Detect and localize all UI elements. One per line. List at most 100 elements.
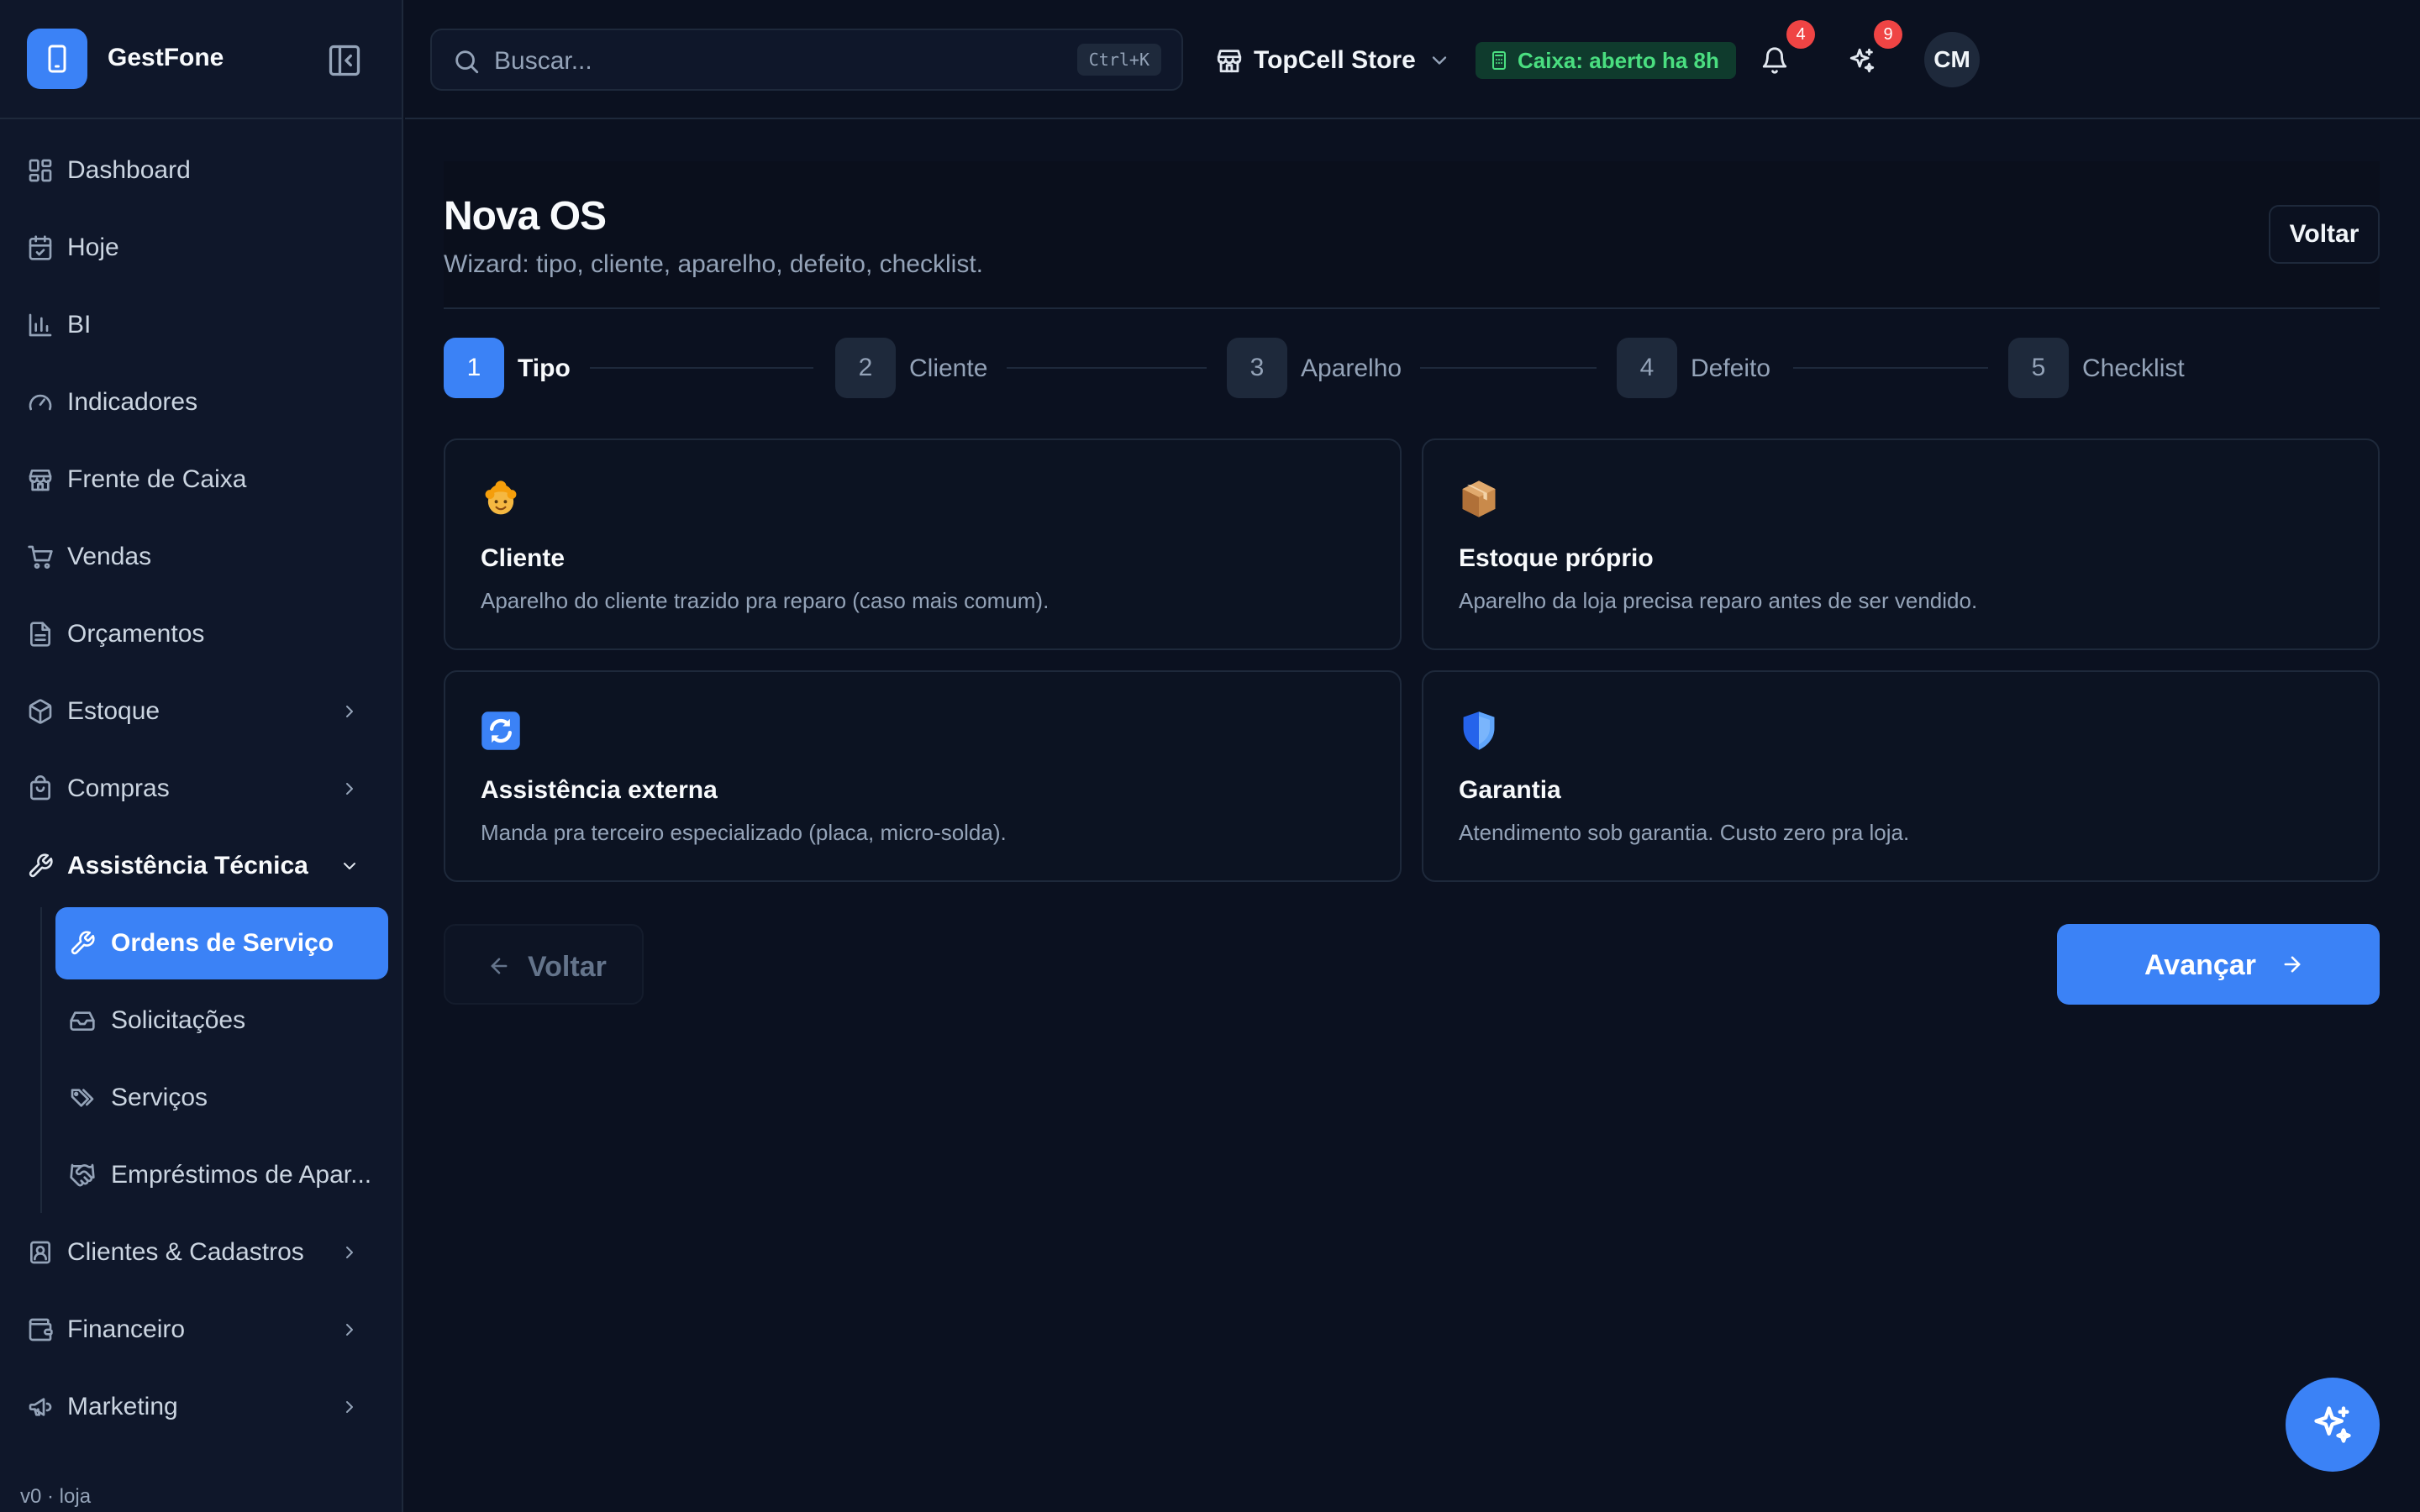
store-icon (1217, 50, 1242, 73)
store-name: TopCell Store (1254, 46, 1416, 74)
page-header: Nova OS Wizard: tipo, cliente, aparelho,… (444, 161, 2380, 309)
sidebar-item-indicadores[interactable]: Indicadores (13, 367, 390, 438)
search-placeholder: Buscar... (494, 47, 592, 75)
sidebar-item-label: Hoje (67, 234, 119, 261)
search-shortcut: Ctrl+K (1076, 44, 1161, 76)
sidebar-item-label: Assistência Técnica (67, 852, 308, 879)
option-description: Manda pra terceiro especializado (placa,… (481, 820, 1007, 845)
step-number: 2 (835, 338, 896, 398)
option-card-garantia[interactable]: Garantia Atendimento sob garantia. Custo… (1422, 670, 2380, 882)
wallet-icon (29, 1318, 53, 1341)
sidebar: GestFone Dashboard Hoje BI Indicadores F… (0, 0, 403, 1512)
next-button-label: Avançar (2144, 949, 2256, 981)
ai-assistant-button[interactable]: 9 (1840, 20, 1902, 82)
calculator-icon (1492, 51, 1506, 70)
notifications-button[interactable]: 4 (1753, 20, 1815, 82)
inbox-icon (70, 1011, 95, 1031)
step-label: Defeito (1691, 354, 1771, 382)
chevron-right-icon (346, 1324, 353, 1336)
sidebar-subitem-emprestimos[interactable]: Empréstimos de Apar... (55, 1139, 388, 1211)
brand-header: GestFone (0, 0, 403, 119)
sidebar-item-label: Estoque (67, 697, 160, 725)
cart-icon (28, 545, 53, 569)
topbar: Buscar... Ctrl+K TopCell Store Caixa: ab… (405, 0, 2420, 119)
sidebar-item-assistencia-tecnica[interactable]: Assistência Técnica (13, 831, 390, 901)
search-input[interactable]: Buscar... Ctrl+K (430, 29, 1183, 91)
option-title: Assistência externa (481, 776, 718, 804)
caixa-status-badge[interactable]: Caixa: aberto ha 8h (1476, 42, 1736, 79)
option-card-cliente[interactable]: Cliente Aparelho do cliente trazido pra … (444, 438, 1402, 650)
sidebar-subitem-label: Empréstimos de Apar... (111, 1162, 372, 1189)
sidebar-item-hoje[interactable]: Hoje (13, 213, 390, 283)
step-number: 3 (1227, 338, 1287, 398)
sidebar-item-compras[interactable]: Compras (13, 753, 390, 824)
step-label: Tipo (518, 354, 571, 382)
notifications-count-badge: 4 (1786, 20, 1815, 49)
sidebar-item-bi[interactable]: BI (13, 290, 390, 360)
store-selector[interactable]: TopCell Store (1215, 42, 1451, 79)
megaphone-icon (29, 1398, 52, 1416)
sidebar-item-estoque[interactable]: Estoque (13, 676, 390, 747)
back-button-header[interactable]: Voltar (2269, 205, 2380, 264)
step-label: Cliente (909, 354, 988, 382)
option-title: Garantia (1459, 776, 1561, 804)
chevron-right-icon (346, 1401, 353, 1413)
sidebar-item-financeiro[interactable]: Financeiro (13, 1294, 390, 1365)
gauge-icon (29, 394, 52, 411)
option-description: Aparelho do cliente trazido pra reparo (… (481, 588, 1050, 613)
option-title: Estoque próprio (1459, 544, 1654, 572)
sidebar-item-label: Marketing (67, 1393, 178, 1420)
option-title: Cliente (481, 544, 566, 572)
wrench-icon (71, 931, 95, 955)
chevron-down-icon (1432, 56, 1446, 65)
chevron-right-icon (346, 1247, 353, 1258)
sidebar-item-dashboard[interactable]: Dashboard (13, 135, 390, 206)
chevron-right-icon (346, 783, 353, 795)
step-label: Checklist (2082, 354, 2185, 382)
chevron-down-icon (344, 863, 355, 869)
sidebar-subitem-solicitacoes[interactable]: Solicitações (55, 984, 388, 1057)
back-button[interactable]: Voltar (444, 924, 644, 1005)
bar-chart-icon (29, 313, 52, 337)
ai-assistant-fab[interactable] (2286, 1378, 2380, 1472)
option-card-assistencia-externa[interactable]: Assistência externa Manda pra terceiro e… (444, 670, 1402, 882)
sidebar-item-clientes-cadastros[interactable]: Clientes & Cadastros (13, 1217, 390, 1288)
calendar-icon (29, 235, 52, 260)
search-icon (455, 50, 479, 74)
sparkles-icon (1849, 48, 1875, 73)
option-description: Aparelho da loja precisa reparo antes de… (1459, 588, 1978, 613)
dashboard-icon (29, 159, 52, 182)
sidebar-item-label: BI (67, 311, 92, 339)
brand-name: GestFone (108, 44, 224, 71)
caixa-status-text: Caixa: aberto ha 8h (1518, 47, 1719, 73)
sidebar-subitem-ordens-de-servico[interactable]: Ordens de Serviço (55, 907, 388, 979)
arrow-right-icon (2284, 956, 2301, 973)
app-version: v0 · loja (20, 1485, 92, 1508)
sidebar-item-label: Frente de Caixa (67, 465, 247, 493)
shield-emoji-icon (1463, 711, 1495, 750)
package-emoji-icon (1462, 480, 1496, 517)
sidebar-item-label: Dashboard (67, 156, 191, 184)
avatar[interactable]: CM (1924, 32, 1980, 87)
contact-icon (30, 1241, 50, 1264)
next-button[interactable]: Avançar (2057, 924, 2380, 1005)
option-card-estoque-proprio[interactable]: Estoque próprio Aparelho da loja precisa… (1422, 438, 2380, 650)
sidebar-item-orcamentos[interactable]: Orçamentos (13, 599, 390, 669)
step-connector (1793, 367, 1988, 369)
submenu-rail (40, 907, 42, 1213)
step-label: Aparelho (1301, 354, 1402, 382)
sidebar-item-marketing[interactable]: Marketing (13, 1372, 390, 1442)
sidebar-subitem-servicos[interactable]: Serviços (55, 1062, 388, 1134)
sidebar-item-frente-de-caixa[interactable]: Frente de Caixa (13, 444, 390, 515)
ai-count-badge: 9 (1874, 20, 1902, 49)
bell-icon (1762, 47, 1787, 74)
collapse-sidebar-icon[interactable] (326, 42, 363, 79)
step-number: 5 (2008, 338, 2069, 398)
sidebar-item-vendas[interactable]: Vendas (13, 522, 390, 592)
cycle-emoji-icon (481, 711, 520, 750)
package-icon (29, 699, 52, 724)
sidebar-subitem-label: Serviços (111, 1084, 208, 1111)
sidebar-item-label: Compras (67, 774, 170, 802)
brand-logo-icon[interactable] (27, 29, 87, 89)
sidebar-subitem-label: Ordens de Serviço (111, 930, 334, 957)
